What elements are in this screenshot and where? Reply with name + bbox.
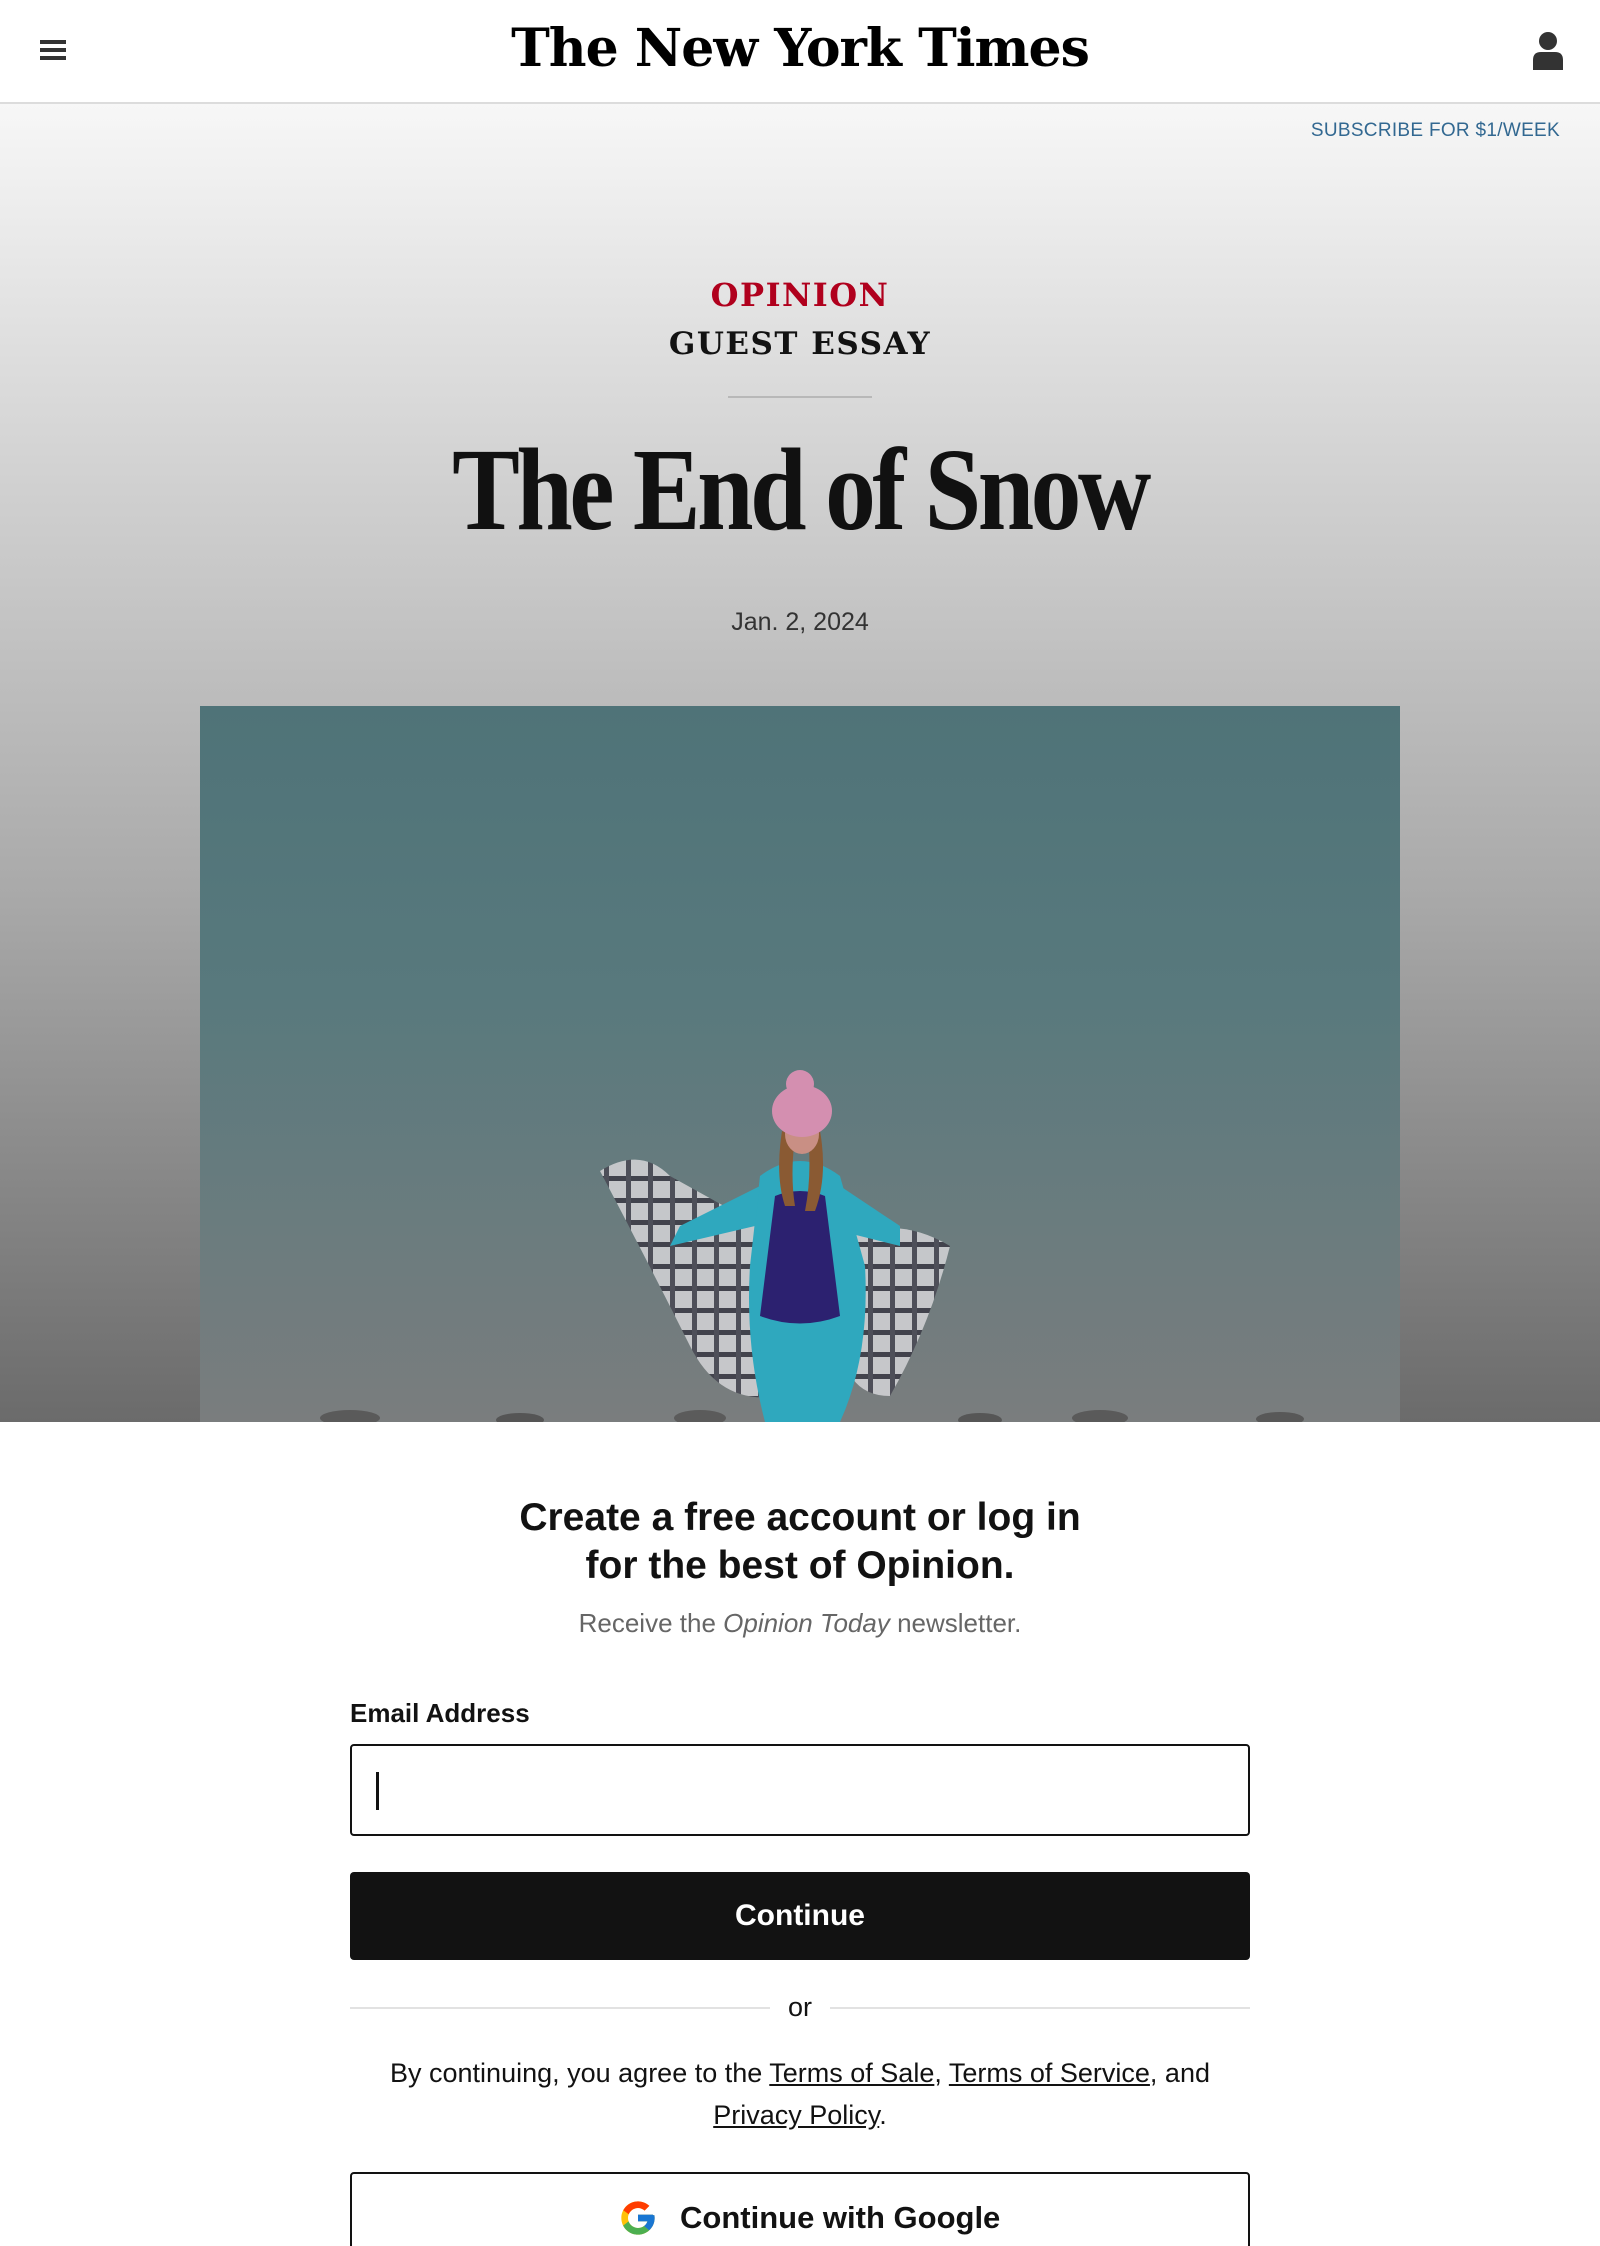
terms-notice: By continuing, you agree to the Terms of… [350, 2052, 1250, 2136]
continue-with-google-button[interactable]: Continue with Google [350, 2172, 1250, 2246]
newsletter-name: Opinion Today [723, 1608, 890, 1638]
user-account-icon[interactable] [1530, 30, 1566, 72]
terms-prefix: By continuing, you agree to the [390, 2058, 770, 2088]
terms-and: , and [1149, 2058, 1210, 2088]
modal-title-line2: for the best of Opinion. [585, 1544, 1015, 1587]
text-cursor [376, 1772, 379, 1810]
terms-separator: , [934, 2058, 949, 2088]
login-modal: Create a free account or log in for the … [0, 1422, 1600, 2246]
privacy-policy-link[interactable]: Privacy Policy [713, 2100, 879, 2130]
subtitle-prefix: Receive the [578, 1608, 724, 1638]
google-g-icon [621, 2201, 655, 2235]
or-divider: or [350, 1988, 1250, 2028]
nyt-logo[interactable]: The New York Times [0, 18, 1600, 79]
modal-subtitle: Receive the Opinion Today newsletter. [0, 1608, 1600, 1639]
terms-end: . [879, 2100, 887, 2130]
subtitle-suffix: newsletter. [889, 1608, 1022, 1638]
modal-title: Create a free account or log in for the … [0, 1494, 1600, 1590]
publish-date: Jan. 2, 2024 [731, 608, 869, 636]
email-field[interactable] [350, 1744, 1250, 1836]
article-hero: SUBSCRIBE FOR $1/WEEK OPINION GUEST ESSA… [0, 104, 1600, 1422]
google-button-label: Continue with Google [680, 2200, 1001, 2235]
continue-button[interactable]: Continue [350, 1872, 1250, 1960]
modal-title-line1: Create a free account or log in [519, 1496, 1081, 1539]
divider-line-right [830, 2007, 1250, 2009]
article-headline: The End of Snow [452, 424, 1151, 555]
top-bar: The New York Times [0, 0, 1600, 104]
guest-essay-label: GUEST ESSAY [668, 326, 932, 362]
subscribe-link[interactable]: SUBSCRIBE FOR $1/WEEK [1311, 120, 1560, 142]
hero-photo [200, 706, 1400, 1422]
email-label: Email Address [350, 1698, 530, 1728]
terms-of-service-link[interactable]: Terms of Service [949, 2058, 1150, 2088]
divider [728, 396, 872, 398]
terms-of-sale-link[interactable]: Terms of Sale [769, 2058, 934, 2088]
opinion-kicker[interactable]: OPINION [0, 276, 1600, 314]
